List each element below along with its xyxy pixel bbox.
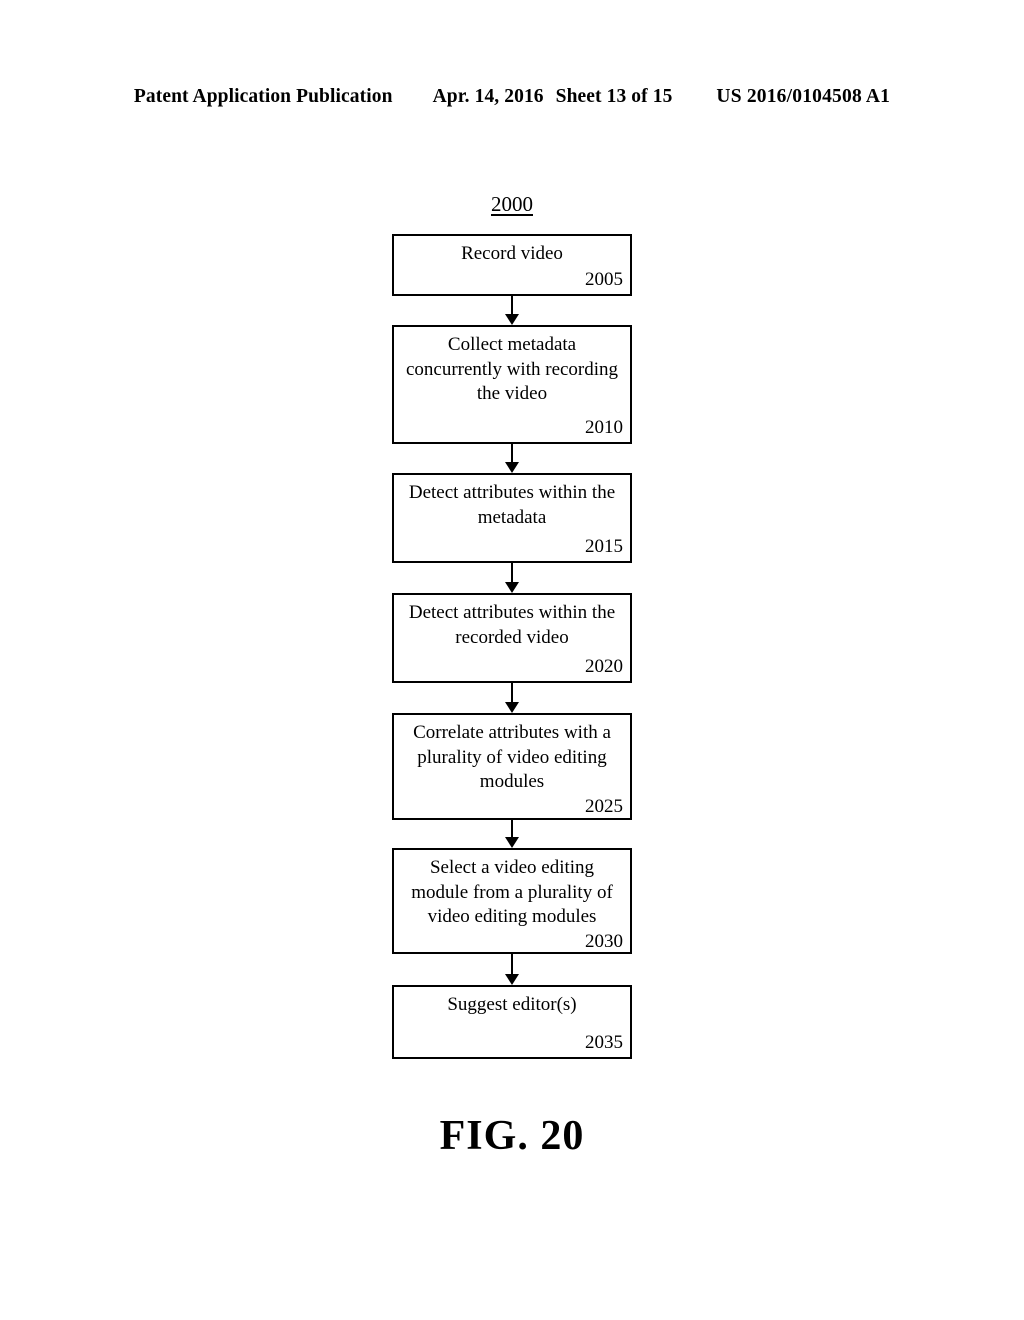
flow-step-text: Detect attributes within the recorded vi… (408, 602, 616, 648)
flow-connector-arrow (505, 683, 519, 713)
arrowhead-icon (505, 974, 519, 985)
flow-step-reference: 2025 (585, 795, 623, 817)
flow-step-text: Suggest editor(s) (447, 994, 577, 1015)
flow-step-reference: 2015 (585, 536, 623, 557)
flow-step-reference: 2010 (585, 417, 623, 438)
flow-step-text: Collect metadata concurrently with recor… (405, 334, 619, 404)
figure-reference-number: 2000 (491, 192, 533, 216)
arrowhead-icon (505, 582, 519, 593)
connector-line (511, 954, 513, 974)
connector-line (511, 296, 513, 314)
arrowhead-icon (505, 837, 519, 848)
flow-connector-arrow (505, 296, 519, 325)
connector-line (511, 683, 513, 702)
arrowhead-icon (505, 702, 519, 713)
flow-step-2030: Select a video editing module from a plu… (392, 848, 632, 954)
flow-step-2020: Detect attributes within the recorded vi… (392, 593, 632, 683)
arrowhead-icon (505, 462, 519, 473)
connector-line (511, 563, 513, 582)
connector-line (511, 444, 513, 462)
flow-step-text: Select a video editing module from a plu… (411, 857, 613, 927)
flow-step-2015: Detect attributes within the metadata 20… (392, 473, 632, 563)
flow-step-text: Record video (461, 243, 563, 264)
connector-line (511, 820, 513, 837)
flow-step-2035: Suggest editor(s) 2035 (392, 985, 632, 1059)
flowchart-figure: 2000 Record video 2005 Collect metadata … (0, 0, 1024, 1320)
flow-step-reference: 2035 (585, 1032, 623, 1053)
flow-connector-arrow (505, 954, 519, 985)
flow-step-reference: 2030 (585, 930, 623, 952)
flow-step-reference: 2005 (585, 269, 623, 290)
flow-step-2025: Correlate attributes with a plurality of… (392, 713, 632, 820)
flow-step-2010: Collect metadata concurrently with recor… (392, 325, 632, 444)
flow-step-text: Detect attributes within the metadata (408, 482, 616, 528)
flow-connector-arrow (505, 444, 519, 473)
flow-connector-arrow (505, 820, 519, 848)
figure-caption: FIG. 20 (439, 1113, 585, 1159)
flow-step-reference: 2020 (585, 656, 623, 677)
flow-connector-arrow (505, 563, 519, 593)
flow-step-2005: Record video 2005 (392, 234, 632, 296)
flow-step-text: Correlate attributes with a plurality of… (413, 722, 611, 792)
arrowhead-icon (505, 314, 519, 325)
